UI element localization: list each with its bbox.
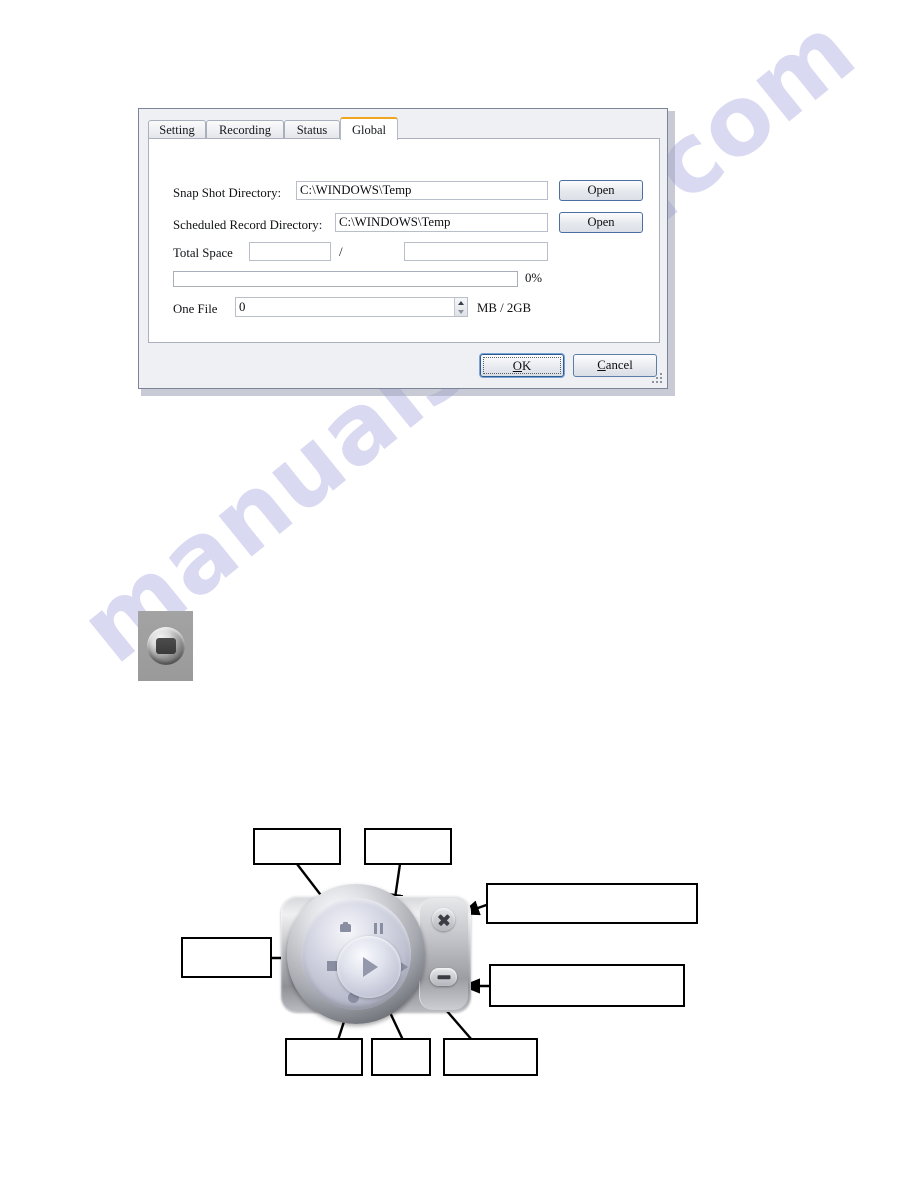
tab-setting[interactable]: Setting bbox=[148, 120, 206, 139]
total-space-total-input[interactable] bbox=[404, 242, 548, 261]
tab-status[interactable]: Status bbox=[284, 120, 340, 139]
callout-close[interactable] bbox=[486, 883, 698, 924]
tabstrip: Setting Recording Status Global bbox=[148, 117, 660, 140]
callout-play[interactable] bbox=[371, 1038, 431, 1076]
widget-dial-outer-ring bbox=[287, 884, 425, 1024]
widget-dial-face bbox=[301, 898, 411, 1010]
minimize-icon[interactable] bbox=[430, 968, 457, 986]
total-space-label: Total Space bbox=[173, 246, 233, 260]
ok-button-label: OK bbox=[483, 357, 561, 374]
total-space-separator: / bbox=[339, 244, 343, 259]
scheduled-record-open-button[interactable]: Open bbox=[559, 212, 643, 233]
snap-shot-directory-input[interactable]: C:\WINDOWS\Temp bbox=[296, 181, 548, 200]
spinner-down-icon[interactable] bbox=[455, 307, 467, 316]
stop-icon[interactable] bbox=[327, 961, 337, 971]
page-watermark: manualshive.com bbox=[0, 0, 918, 890]
scheduled-record-directory-input[interactable]: C:\WINDOWS\Temp bbox=[335, 213, 548, 232]
spinner-up-icon[interactable] bbox=[455, 298, 467, 307]
close-icon[interactable] bbox=[432, 908, 455, 931]
callout-record[interactable] bbox=[285, 1038, 363, 1076]
resize-grip-icon[interactable] bbox=[652, 373, 664, 385]
round-button-knob-icon bbox=[146, 627, 185, 665]
disk-space-percent-label: 0% bbox=[525, 271, 543, 285]
widget-dial-center[interactable] bbox=[337, 936, 401, 998]
disk-space-progress-bar bbox=[173, 271, 518, 287]
tab-panel-global: Snap Shot Directory: C:\WINDOWS\Temp Ope… bbox=[148, 138, 660, 343]
snap-shot-open-button[interactable]: Open bbox=[559, 180, 643, 201]
scheduled-record-directory-label: Scheduled Record Directory: bbox=[173, 218, 323, 232]
tab-global[interactable]: Global bbox=[340, 117, 398, 140]
callout-minimize[interactable] bbox=[489, 964, 685, 1007]
one-file-stepper[interactable]: 0 bbox=[235, 297, 468, 317]
play-icon[interactable] bbox=[363, 957, 378, 977]
callout-next[interactable] bbox=[443, 1038, 538, 1076]
snap-shot-directory-label: Snap Shot Directory: bbox=[173, 186, 282, 200]
cancel-button[interactable]: Cancel bbox=[573, 354, 657, 377]
global-settings-dialog: Setting Recording Status Global Snap Sho… bbox=[138, 108, 675, 396]
tab-recording[interactable]: Recording bbox=[206, 120, 284, 139]
one-file-input[interactable]: 0 bbox=[235, 297, 468, 317]
one-file-unit-label: MB / 2GB bbox=[477, 301, 532, 315]
pause-icon[interactable] bbox=[374, 923, 384, 934]
camera-icon[interactable] bbox=[340, 922, 351, 932]
ok-button[interactable]: OK bbox=[480, 354, 564, 377]
one-file-spinner-buttons[interactable] bbox=[454, 298, 467, 316]
dialog-frame: Setting Recording Status Global Snap Sho… bbox=[138, 108, 668, 389]
callout-snapshot[interactable] bbox=[253, 828, 341, 865]
total-space-used-input[interactable] bbox=[249, 242, 331, 261]
one-file-label: One File bbox=[173, 302, 218, 316]
callout-stop[interactable] bbox=[181, 937, 272, 978]
media-control-widget bbox=[281, 884, 471, 1024]
round-button-thumbnail-image bbox=[138, 611, 193, 681]
callout-pause[interactable] bbox=[364, 828, 452, 865]
